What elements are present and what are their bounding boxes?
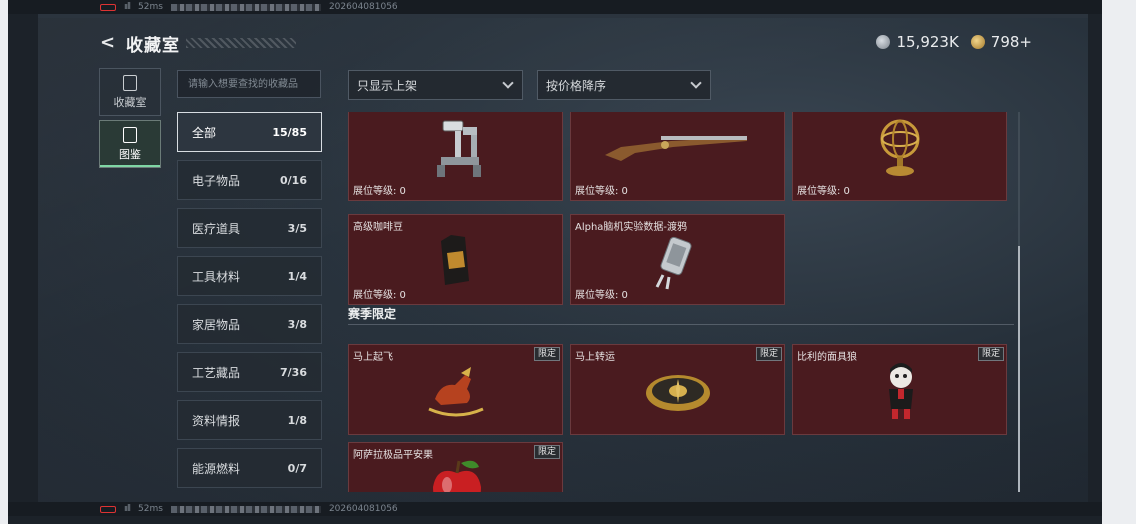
side-nav: 收藏室 图鉴 [99, 68, 161, 172]
signal-icon: ııll [124, 2, 131, 12]
page-header: < 收藏室 [100, 30, 296, 56]
booth-level: 展位等级: 0 [797, 186, 850, 197]
page-title: 收藏室 [126, 35, 180, 56]
collection-card[interactable]: 阿萨拉极品平安果 限定 [348, 442, 563, 492]
category-count: 0/7 [287, 461, 307, 475]
limited-tag: 限定 [755, 347, 782, 361]
category-count: 3/5 [287, 221, 307, 235]
booth-level: 展位等级: 0 [575, 290, 628, 301]
category-label: 家居物品 [192, 317, 241, 332]
collection-card[interactable]: 马上起飞 限定 [348, 344, 563, 435]
collection-card[interactable]: 马上转运 限定 [570, 344, 785, 435]
cabinet-icon [123, 74, 137, 91]
limited-tag: 限定 [533, 347, 560, 361]
silver-coin-icon [876, 35, 891, 49]
category-count: 3/8 [287, 317, 307, 331]
item-name: 比利的面具狼 [797, 352, 857, 363]
device-screen: ııll 52ms 202604081056 < 收藏室 15,923K 798… [8, 0, 1102, 524]
collection-card[interactable]: 比利的面具狼 限定 [792, 344, 1007, 435]
collection-card[interactable]: 展位等级: 0 [792, 112, 1007, 201]
silver-amount: 15,923K [896, 33, 959, 51]
category-label: 工艺藏品 [192, 365, 241, 380]
category-count: 1/8 [287, 413, 307, 427]
golden-compass-icon [646, 375, 710, 411]
category-label: 医疗道具 [192, 221, 241, 236]
category-all[interactable]: 全部 15/85 [177, 112, 322, 152]
category-count: 1/4 [287, 269, 307, 283]
category-energy[interactable]: 能源燃料 0/7 [177, 448, 322, 488]
collection-card[interactable]: 高级咖啡豆 展位等级: 0 [348, 214, 563, 305]
category-medical[interactable]: 医疗道具 3/5 [177, 208, 322, 248]
booth-level: 展位等级: 0 [575, 186, 628, 197]
rocking-horse-icon [428, 367, 484, 417]
category-intel[interactable]: 资料情报 1/8 [177, 400, 322, 440]
armillary-sphere-icon [880, 119, 920, 176]
gold-coin-icon [970, 35, 985, 49]
battery-icon [100, 3, 116, 11]
category-label: 全部 [192, 125, 217, 140]
sort-dropdown[interactable]: 按价格降序 [537, 70, 711, 100]
nav-codex[interactable]: 图鉴 [99, 120, 161, 168]
category-label: 资料情报 [192, 413, 241, 428]
item-name: 马上转运 [575, 352, 615, 363]
category-list: 全部 15/85 电子物品 0/16 医疗道具 3/5 工具材料 1/4 家居物品 3/8… [177, 112, 322, 496]
search-input[interactable] [177, 70, 321, 98]
chevron-down-icon [502, 77, 514, 89]
booth-level: 展位等级: 0 [353, 186, 406, 197]
category-electronics[interactable]: 电子物品 0/16 [177, 160, 322, 200]
category-tools[interactable]: 工具材料 1/4 [177, 256, 322, 296]
collection-card[interactable]: Alpha脑机实验数据-渡鸦 展位等级: 0 [570, 214, 785, 305]
coffee-bag-icon [441, 235, 469, 285]
title-decoration [186, 38, 296, 48]
chevron-down-icon [690, 77, 702, 89]
category-household[interactable]: 家居物品 3/8 [177, 304, 322, 344]
sort-value: 按价格降序 [546, 78, 607, 93]
top-divider [38, 14, 1088, 18]
scrollbar-thumb[interactable] [1018, 246, 1020, 492]
game-view: < 收藏室 15,923K 798+ 收藏室 图鉴 请输入想要查找的收藏品 只显… [38, 14, 1088, 502]
flintlock-rifle-icon [605, 136, 747, 161]
status-bar-top: ııll 52ms 202604081056 [8, 0, 1102, 14]
nav-label: 收藏室 [113, 95, 147, 109]
surgical-robot-icon [437, 120, 481, 177]
puppet-doll-icon [889, 363, 913, 419]
data-cylinder-icon [655, 236, 692, 290]
category-label: 工具材料 [192, 269, 241, 284]
red-apple-icon [433, 460, 481, 492]
redacted-id [170, 505, 321, 513]
section-title: 赛季限定 [348, 305, 1014, 325]
booth-level: 展位等级: 0 [353, 290, 406, 301]
item-name: 马上起飞 [353, 352, 393, 363]
limited-tag: 限定 [533, 445, 560, 459]
item-name: 阿萨拉极品平安果 [353, 450, 433, 461]
gold-amount[interactable]: 798+ [991, 33, 1032, 51]
ping-text: 52ms [138, 2, 163, 12]
category-label: 能源燃料 [192, 461, 241, 476]
screenshot-frame: ııll 52ms 202604081056 < 收藏室 15,923K 798… [0, 0, 1136, 524]
picture-book-icon [123, 126, 137, 143]
display-filter-dropdown[interactable]: 只显示上架 [348, 70, 523, 100]
ping-text: 52ms [138, 504, 163, 514]
nav-label: 图鉴 [119, 147, 141, 161]
limited-tag: 限定 [977, 347, 1004, 361]
category-crafts[interactable]: 工艺藏品 7/36 [177, 352, 322, 392]
category-count: 7/36 [280, 365, 307, 379]
display-filter-value: 只显示上架 [357, 78, 418, 93]
redacted-id [170, 3, 321, 11]
battery-icon [100, 505, 116, 513]
collection-card[interactable]: 展位等级: 0 [570, 112, 785, 201]
session-id-text: 202604081056 [328, 504, 398, 514]
signal-icon: ııll [124, 504, 131, 514]
category-count: 15/85 [272, 125, 307, 139]
collection-card[interactable]: 展位等级: 0 [348, 112, 563, 201]
collection-grid: 展位等级: 0 展位等级: 0 展位等级: 0 高级咖啡豆 展位等级: 0 Al… [348, 112, 1014, 492]
nav-collection-room[interactable]: 收藏室 [99, 68, 161, 116]
currency-bar: 15,923K 798+ [876, 33, 1032, 51]
category-count: 0/16 [280, 173, 307, 187]
back-arrow-icon[interactable]: < [100, 34, 118, 52]
session-id-text: 202604081056 [328, 2, 398, 12]
status-bar-bottom: ııll 52ms 202604081056 [8, 502, 1102, 516]
item-name: 高级咖啡豆 [353, 222, 403, 233]
category-label: 电子物品 [192, 173, 241, 188]
